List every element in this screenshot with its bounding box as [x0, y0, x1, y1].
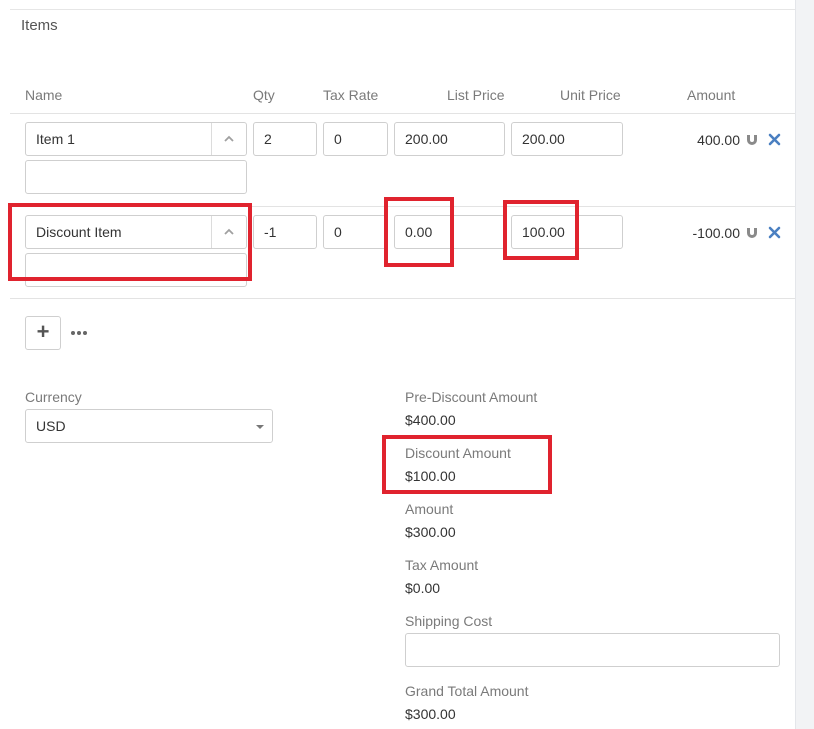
row-1-tax-rate-input[interactable]: 0 [323, 122, 388, 156]
tax-amount-label: Tax Amount [405, 557, 479, 573]
magnet-icon[interactable] [745, 133, 759, 147]
grand-total-value: $300.00 [405, 706, 456, 722]
section-title: Items [21, 17, 58, 34]
close-icon[interactable] [768, 226, 781, 239]
row-1-amount: 400.00 [697, 132, 740, 148]
divider [10, 9, 795, 10]
chevron-up-icon[interactable] [211, 123, 246, 155]
currency-label: Currency [25, 389, 82, 405]
column-header-tax-rate: Tax Rate [323, 87, 379, 103]
pre-discount-label: Pre-Discount Amount [405, 389, 538, 405]
row-1-qty-input[interactable]: 2 [253, 122, 317, 156]
column-header-name: Name [25, 87, 63, 103]
row-1-name-field[interactable]: Item 1 [25, 122, 247, 156]
discount-amount-label: Discount Amount [405, 445, 511, 461]
highlight-list-price [384, 197, 454, 267]
amount-value: $300.00 [405, 524, 456, 540]
column-header-list-price: List Price [447, 87, 505, 103]
row-1-description-field[interactable] [25, 160, 247, 194]
currency-select[interactable]: USD [25, 409, 273, 443]
column-header-unit-price: Unit Price [560, 87, 621, 103]
caret-down-icon [256, 425, 264, 429]
header-divider [10, 113, 795, 114]
plus-icon: + [36, 319, 50, 344]
amount-label: Amount [405, 501, 454, 517]
row-1-list-price-input[interactable]: 200.00 [394, 122, 505, 156]
pre-discount-value: $400.00 [405, 412, 456, 428]
column-header-qty: Qty [253, 87, 275, 103]
highlight-discount-amount [382, 435, 552, 494]
highlight-unit-price [503, 200, 579, 260]
shipping-cost-label: Shipping Cost [405, 613, 493, 629]
row-1-name-value: Item 1 [36, 131, 75, 147]
column-header-amount: Amount [687, 87, 736, 103]
tax-amount-value: $0.00 [405, 580, 441, 596]
row-1-unit-price-input[interactable]: 200.00 [511, 122, 623, 156]
currency-value: USD [36, 418, 66, 434]
add-item-button[interactable]: + [25, 316, 61, 350]
close-icon[interactable] [768, 133, 781, 146]
discount-amount-value: $100.00 [405, 468, 456, 484]
shipping-cost-input[interactable] [405, 633, 780, 667]
row-divider [10, 298, 795, 299]
row-2-amount: -100.00 [692, 225, 740, 241]
magnet-icon[interactable] [745, 226, 759, 240]
scrollbar-track[interactable] [795, 0, 814, 729]
grand-total-label: Grand Total Amount [405, 683, 529, 699]
row-2-tax-rate-input[interactable]: 0 [323, 215, 388, 249]
highlight-discount-item [8, 203, 252, 281]
ellipsis-icon[interactable] [70, 325, 88, 341]
row-2-qty-input[interactable]: -1 [253, 215, 317, 249]
